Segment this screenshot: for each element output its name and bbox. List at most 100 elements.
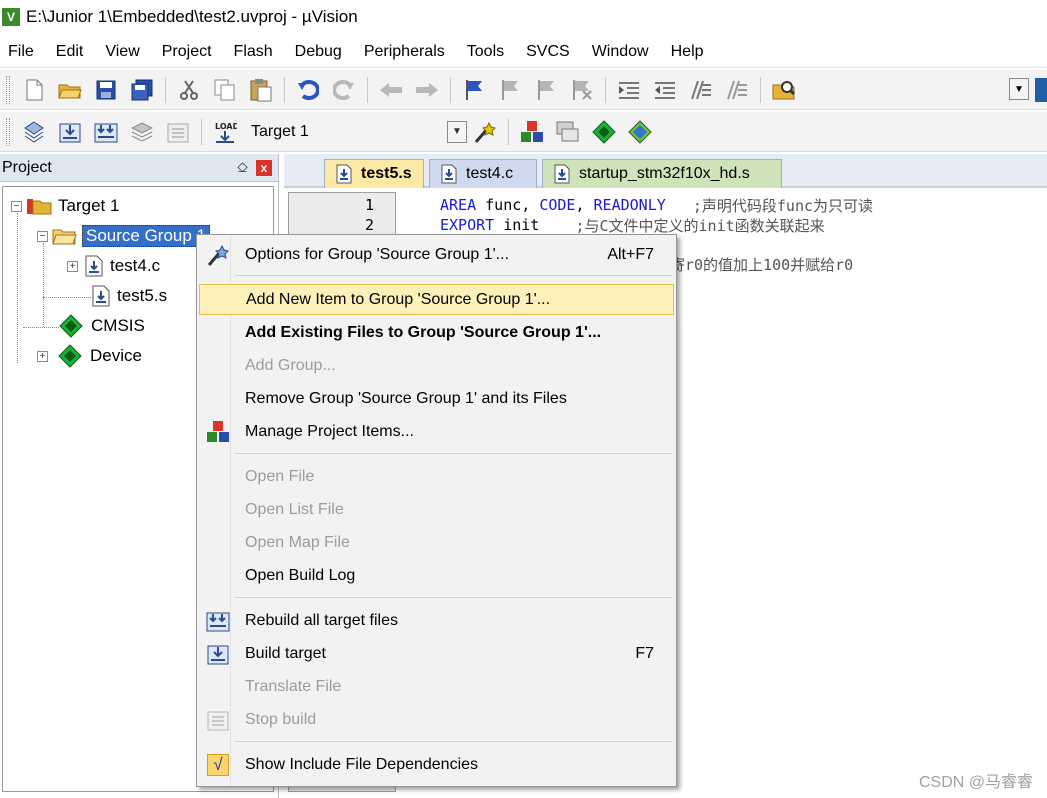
menu-item-translate-file[interactable]: Translate File: [199, 671, 674, 702]
menu-item-label: Stop build: [245, 710, 317, 728]
target-select[interactable]: Target 1 ▼: [251, 120, 467, 144]
menu-help[interactable]: Help: [660, 36, 715, 68]
menu-item-open-map-file[interactable]: Open Map File: [199, 527, 674, 558]
cut-icon[interactable]: [176, 77, 202, 103]
menu-item-label: Open File: [245, 467, 315, 485]
menu-item-label: Add Existing Files to Group 'Source Grou…: [245, 323, 602, 341]
menu-item-add-group[interactable]: Add Group...: [199, 350, 674, 381]
batch-build-icon[interactable]: [129, 119, 155, 145]
redo-icon[interactable]: [331, 77, 357, 103]
line-number: 1: [364, 196, 374, 214]
file-toolbar: ▼: [0, 70, 1047, 110]
open-folder-icon[interactable]: [57, 77, 83, 103]
tree-connector: [43, 297, 91, 298]
menu-item-label: Manage Project Items...: [245, 422, 414, 440]
menu-item-options-for-group[interactable]: Options for Group 'Source Group 1'... Al…: [199, 239, 674, 270]
copy-icon[interactable]: [212, 77, 238, 103]
clear-bookmarks-icon[interactable]: [569, 77, 595, 103]
source-file-icon: [441, 164, 457, 184]
menu-item-label: Build target: [245, 644, 326, 662]
pack-installer-icon[interactable]: [627, 119, 653, 145]
select-packs-icon[interactable]: [555, 119, 581, 145]
nav-back-icon[interactable]: [378, 77, 404, 103]
new-file-icon[interactable]: [21, 77, 47, 103]
tree-item-source-group[interactable]: − Source Group 1: [37, 223, 211, 249]
collapse-icon[interactable]: −: [37, 230, 48, 242]
menu-item-open-list-file[interactable]: Open List File: [199, 494, 674, 525]
tree-item-label: CMSIS: [91, 316, 145, 335]
expand-icon[interactable]: +: [37, 350, 48, 362]
menu-edit[interactable]: Edit: [45, 36, 95, 68]
tree-item-label: test5.s: [117, 286, 168, 305]
toolbar-overflow-button[interactable]: [1035, 78, 1047, 102]
bookmark-icon[interactable]: [461, 77, 487, 103]
tab-label: startup_stm32f10x_hd.s: [579, 165, 750, 182]
menu-separator: [235, 275, 672, 276]
prev-bookmark-icon[interactable]: [497, 77, 523, 103]
tree-item-file[interactable]: + test4.c: [67, 253, 160, 279]
menu-item-label: Open Map File: [245, 533, 350, 551]
editor-tabs: test5.s test4.c startup_stm32f10x_hd.s: [284, 154, 1047, 188]
paste-icon[interactable]: [248, 77, 274, 103]
tab-test4-c[interactable]: test4.c: [429, 159, 537, 188]
unindent-icon[interactable]: [652, 77, 678, 103]
save-icon[interactable]: [93, 77, 119, 103]
svg-text:LOAD: LOAD: [215, 122, 237, 131]
comment-icon[interactable]: [688, 77, 714, 103]
build-icon[interactable]: [57, 119, 83, 145]
chevron-down-icon[interactable]: ▼: [447, 120, 467, 143]
translate-icon[interactable]: [21, 119, 47, 145]
undo-icon[interactable]: [295, 77, 321, 103]
menu-window[interactable]: Window: [581, 36, 660, 68]
close-icon[interactable]: x: [256, 159, 272, 176]
toolbar-dropdown[interactable]: ▼: [1009, 78, 1029, 100]
menu-peripherals[interactable]: Peripherals: [353, 36, 456, 68]
tree-item-device[interactable]: + Device: [37, 343, 142, 369]
tree-item-file[interactable]: test5.s: [91, 283, 167, 309]
expand-icon[interactable]: +: [67, 260, 78, 272]
target-options-wand-icon[interactable]: [472, 119, 498, 145]
tree-item-target[interactable]: − Target 1: [11, 193, 119, 219]
code-keyword: READONLY: [593, 196, 666, 214]
manage-project-items-icon[interactable]: [519, 119, 545, 145]
tree-item-cmsis[interactable]: CMSIS: [59, 313, 145, 339]
stop-build-icon[interactable]: [165, 119, 191, 145]
nav-forward-icon[interactable]: [414, 77, 440, 103]
window-title: E:\Junior 1\Embedded\test2.uvproj - µVis…: [26, 7, 358, 26]
target-folder-icon: [27, 199, 52, 215]
menu-item-add-new-item[interactable]: Add New Item to Group 'Source Group 1'..…: [199, 284, 674, 315]
manage-rte-icon[interactable]: [591, 119, 617, 145]
next-bookmark-icon[interactable]: [533, 77, 559, 103]
menu-project[interactable]: Project: [151, 36, 223, 68]
menu-svcs[interactable]: SVCS: [515, 36, 581, 68]
menu-debug[interactable]: Debug: [284, 36, 353, 68]
menu-flash[interactable]: Flash: [223, 36, 284, 68]
menu-item-rebuild-all[interactable]: Rebuild all target files: [199, 605, 674, 636]
menu-item-build-target[interactable]: Build target F7: [199, 638, 674, 669]
menu-item-add-existing-files[interactable]: Add Existing Files to Group 'Source Grou…: [199, 317, 674, 348]
menu-item-open-file[interactable]: Open File: [199, 461, 674, 492]
toolbar-grip[interactable]: [6, 75, 10, 104]
menu-item-show-include-dependencies[interactable]: √ Show Include File Dependencies: [199, 749, 674, 780]
menu-tools[interactable]: Tools: [456, 36, 515, 68]
tab-startup-stm32f10x-hd-s[interactable]: startup_stm32f10x_hd.s: [542, 159, 782, 188]
save-all-icon[interactable]: [129, 77, 155, 103]
toolbar-grip[interactable]: [6, 117, 10, 146]
uncomment-icon[interactable]: [724, 77, 750, 103]
rebuild-icon[interactable]: [93, 119, 119, 145]
menu-item-open-build-log[interactable]: Open Build Log: [199, 560, 674, 591]
collapse-icon[interactable]: −: [11, 200, 22, 212]
tab-test5-s[interactable]: test5.s: [324, 159, 424, 188]
find-in-files-icon[interactable]: [771, 77, 797, 103]
download-load-icon[interactable]: LOAD: [212, 119, 238, 145]
indent-icon[interactable]: [616, 77, 642, 103]
menu-item-manage-project-items[interactable]: Manage Project Items...: [199, 416, 674, 447]
menu-item-label: Open Build Log: [245, 566, 356, 584]
code-line: 1 AREA func, CODE, READONLY ;声明代码段func为只…: [288, 195, 873, 215]
pin-icon[interactable]: ⎐: [237, 159, 248, 176]
menu-file[interactable]: File: [0, 36, 45, 68]
menu-item-stop-build[interactable]: Stop build: [199, 704, 674, 735]
toolbar-separator: [508, 118, 509, 145]
menu-item-remove-group[interactable]: Remove Group 'Source Group 1' and its Fi…: [199, 383, 674, 414]
menu-view[interactable]: View: [94, 36, 150, 68]
